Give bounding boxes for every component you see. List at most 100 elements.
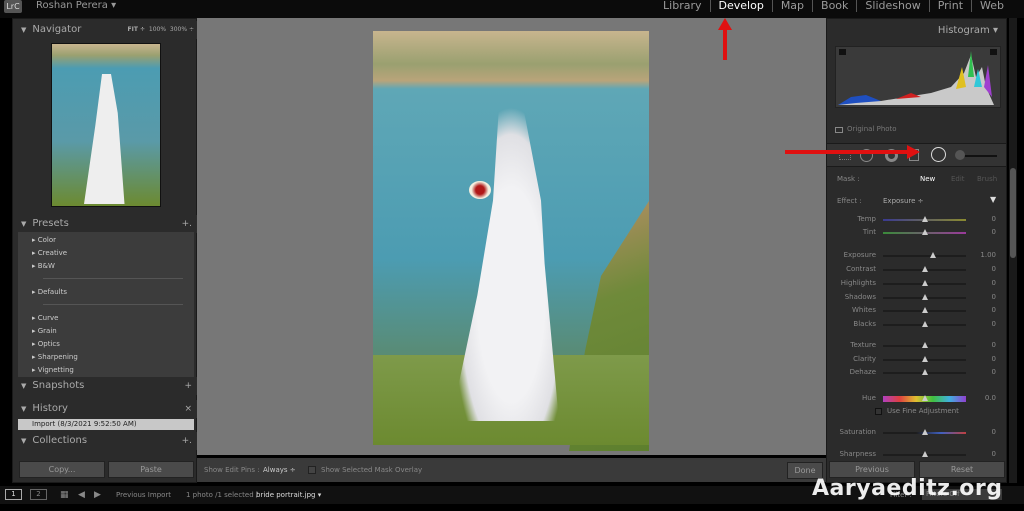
slider-saturation[interactable]: Saturation 0	[827, 428, 1008, 438]
slider-track[interactable]	[883, 255, 966, 257]
brush-slider-knob[interactable]	[955, 150, 965, 160]
histogram-title[interactable]: Histogram ▾	[938, 25, 998, 36]
slider-value[interactable]: 1.00	[980, 251, 996, 259]
effect-collapse-icon[interactable]: ▼	[990, 195, 996, 204]
add-collection-button[interactable]: +.	[182, 432, 192, 450]
mask-new-tab[interactable]: New	[920, 175, 935, 183]
view-1-button[interactable]: 1	[5, 489, 22, 500]
paste-button[interactable]: Paste	[108, 461, 194, 478]
slider-blacks[interactable]: Blacks 0	[827, 320, 1008, 330]
snapshots-header[interactable]: ▼ Snapshots +	[13, 377, 198, 395]
radial-filter-icon[interactable]	[931, 147, 946, 162]
navigator-header[interactable]: ▼ Navigator FIT ÷ 100% 300% ÷	[13, 21, 198, 39]
source-label[interactable]: Previous Import	[116, 486, 171, 504]
right-panel-scrollbar[interactable]	[1009, 18, 1017, 483]
slider-knob[interactable]	[921, 307, 928, 313]
mask-edit-tab[interactable]: Edit	[951, 175, 965, 183]
preset-defaults[interactable]: Defaults	[32, 288, 67, 296]
zoom-fit[interactable]: FIT ÷	[128, 26, 146, 33]
add-snapshot-button[interactable]: +	[184, 377, 192, 395]
filename[interactable]: bride portrait.jpg ▾	[256, 486, 321, 504]
slider-knob[interactable]	[921, 342, 928, 348]
slider-knob[interactable]	[929, 252, 936, 258]
slider-clarity[interactable]: Clarity 0	[827, 355, 1008, 365]
slider-knob[interactable]	[921, 395, 928, 401]
slider-value[interactable]: 0	[992, 293, 996, 301]
slider-tint[interactable]: Tint 0	[827, 228, 1008, 238]
grid-icon[interactable]: ▦	[60, 486, 69, 504]
preset-grain[interactable]: Grain	[32, 327, 57, 335]
original-photo-icon[interactable]	[835, 127, 843, 133]
slider-knob[interactable]	[921, 429, 928, 435]
slider-contrast[interactable]: Contrast 0	[827, 265, 1008, 275]
mask-overlay-checkbox[interactable]	[308, 466, 316, 474]
zoom-100[interactable]: 100%	[149, 26, 166, 33]
slider-value[interactable]: 0	[992, 320, 996, 328]
slider-whites[interactable]: Whites 0	[827, 306, 1008, 316]
slider-sharpness[interactable]: Sharpness 0	[827, 450, 1008, 460]
collections-header[interactable]: ▼ Collections +.	[13, 432, 198, 450]
preset-bw[interactable]: B&W	[32, 262, 55, 270]
slider-value[interactable]: 0	[992, 355, 996, 363]
slider-knob[interactable]	[921, 321, 928, 327]
preset-optics[interactable]: Optics	[32, 340, 60, 348]
module-book[interactable]: Book	[813, 0, 858, 12]
mask-brush-tab[interactable]: Brush	[977, 175, 997, 183]
slider-temp[interactable]: Temp 0	[827, 215, 1008, 225]
fine-adjustment-checkbox[interactable]	[875, 408, 882, 415]
slider-value[interactable]: 0	[992, 450, 996, 458]
view-2-button[interactable]: 2	[30, 489, 47, 500]
add-preset-button[interactable]: +.	[182, 215, 192, 233]
slider-knob[interactable]	[921, 216, 928, 222]
slider-knob[interactable]	[921, 294, 928, 300]
effect-select[interactable]: Exposure ÷	[883, 197, 924, 205]
slider-knob[interactable]	[921, 451, 928, 457]
copy-button[interactable]: Copy...	[19, 461, 105, 478]
photo-bride-portrait[interactable]	[373, 31, 649, 451]
highlight-clipping-icon[interactable]	[990, 49, 997, 55]
slider-dehaze[interactable]: Dehaze 0	[827, 368, 1008, 378]
slider-exposure[interactable]: Exposure 1.00	[827, 251, 1008, 261]
history-header[interactable]: ▼ History ×	[13, 400, 198, 418]
presets-header[interactable]: ▼ Presets +.	[13, 215, 198, 233]
slider-value[interactable]: 0	[992, 215, 996, 223]
slider-knob[interactable]	[921, 229, 928, 235]
slider-value[interactable]: 0	[992, 368, 996, 376]
forward-arrow-icon[interactable]: ▶	[94, 486, 101, 504]
module-library[interactable]: Library	[655, 0, 711, 12]
preset-sharpening[interactable]: Sharpening	[32, 353, 78, 361]
module-print[interactable]: Print	[930, 0, 973, 12]
slider-value[interactable]: 0.0	[985, 394, 996, 402]
preset-creative[interactable]: Creative	[32, 249, 67, 257]
clear-history-button[interactable]: ×	[184, 400, 192, 418]
slider-value[interactable]: 0	[992, 428, 996, 436]
zoom-300[interactable]: 300% ÷	[170, 26, 194, 33]
preset-color[interactable]: Color	[32, 236, 56, 244]
module-develop[interactable]: Develop	[711, 0, 773, 12]
edit-pins-select[interactable]: Always ÷	[263, 458, 296, 482]
module-web[interactable]: Web	[972, 0, 1012, 12]
module-map[interactable]: Map	[773, 0, 814, 12]
shadow-clipping-icon[interactable]	[839, 49, 846, 55]
slider-hue[interactable]: Hue 0.0	[827, 394, 1008, 404]
preset-vignetting[interactable]: Vignetting	[32, 366, 74, 374]
slider-value[interactable]: 0	[992, 265, 996, 273]
slider-knob[interactable]	[921, 356, 928, 362]
module-slideshow[interactable]: Slideshow	[857, 0, 930, 12]
history-item[interactable]: Import (8/3/2021 9:52:50 AM)	[18, 419, 194, 430]
slider-shadows[interactable]: Shadows 0	[827, 293, 1008, 303]
slider-value[interactable]: 0	[992, 228, 996, 236]
slider-value[interactable]: 0	[992, 341, 996, 349]
slider-highlights[interactable]: Highlights 0	[827, 279, 1008, 289]
preset-curve[interactable]: Curve	[32, 314, 59, 322]
slider-texture[interactable]: Texture 0	[827, 341, 1008, 351]
identity-plate[interactable]: Roshan Perera ▾	[36, 0, 116, 11]
back-arrow-icon[interactable]: ◀	[78, 486, 85, 504]
navigator-preview[interactable]	[51, 43, 161, 207]
scrollbar-thumb[interactable]	[1010, 168, 1016, 258]
slider-value[interactable]: 0	[992, 279, 996, 287]
slider-knob[interactable]	[921, 369, 928, 375]
slider-knob[interactable]	[921, 266, 928, 272]
slider-knob[interactable]	[921, 280, 928, 286]
slider-value[interactable]: 0	[992, 306, 996, 314]
